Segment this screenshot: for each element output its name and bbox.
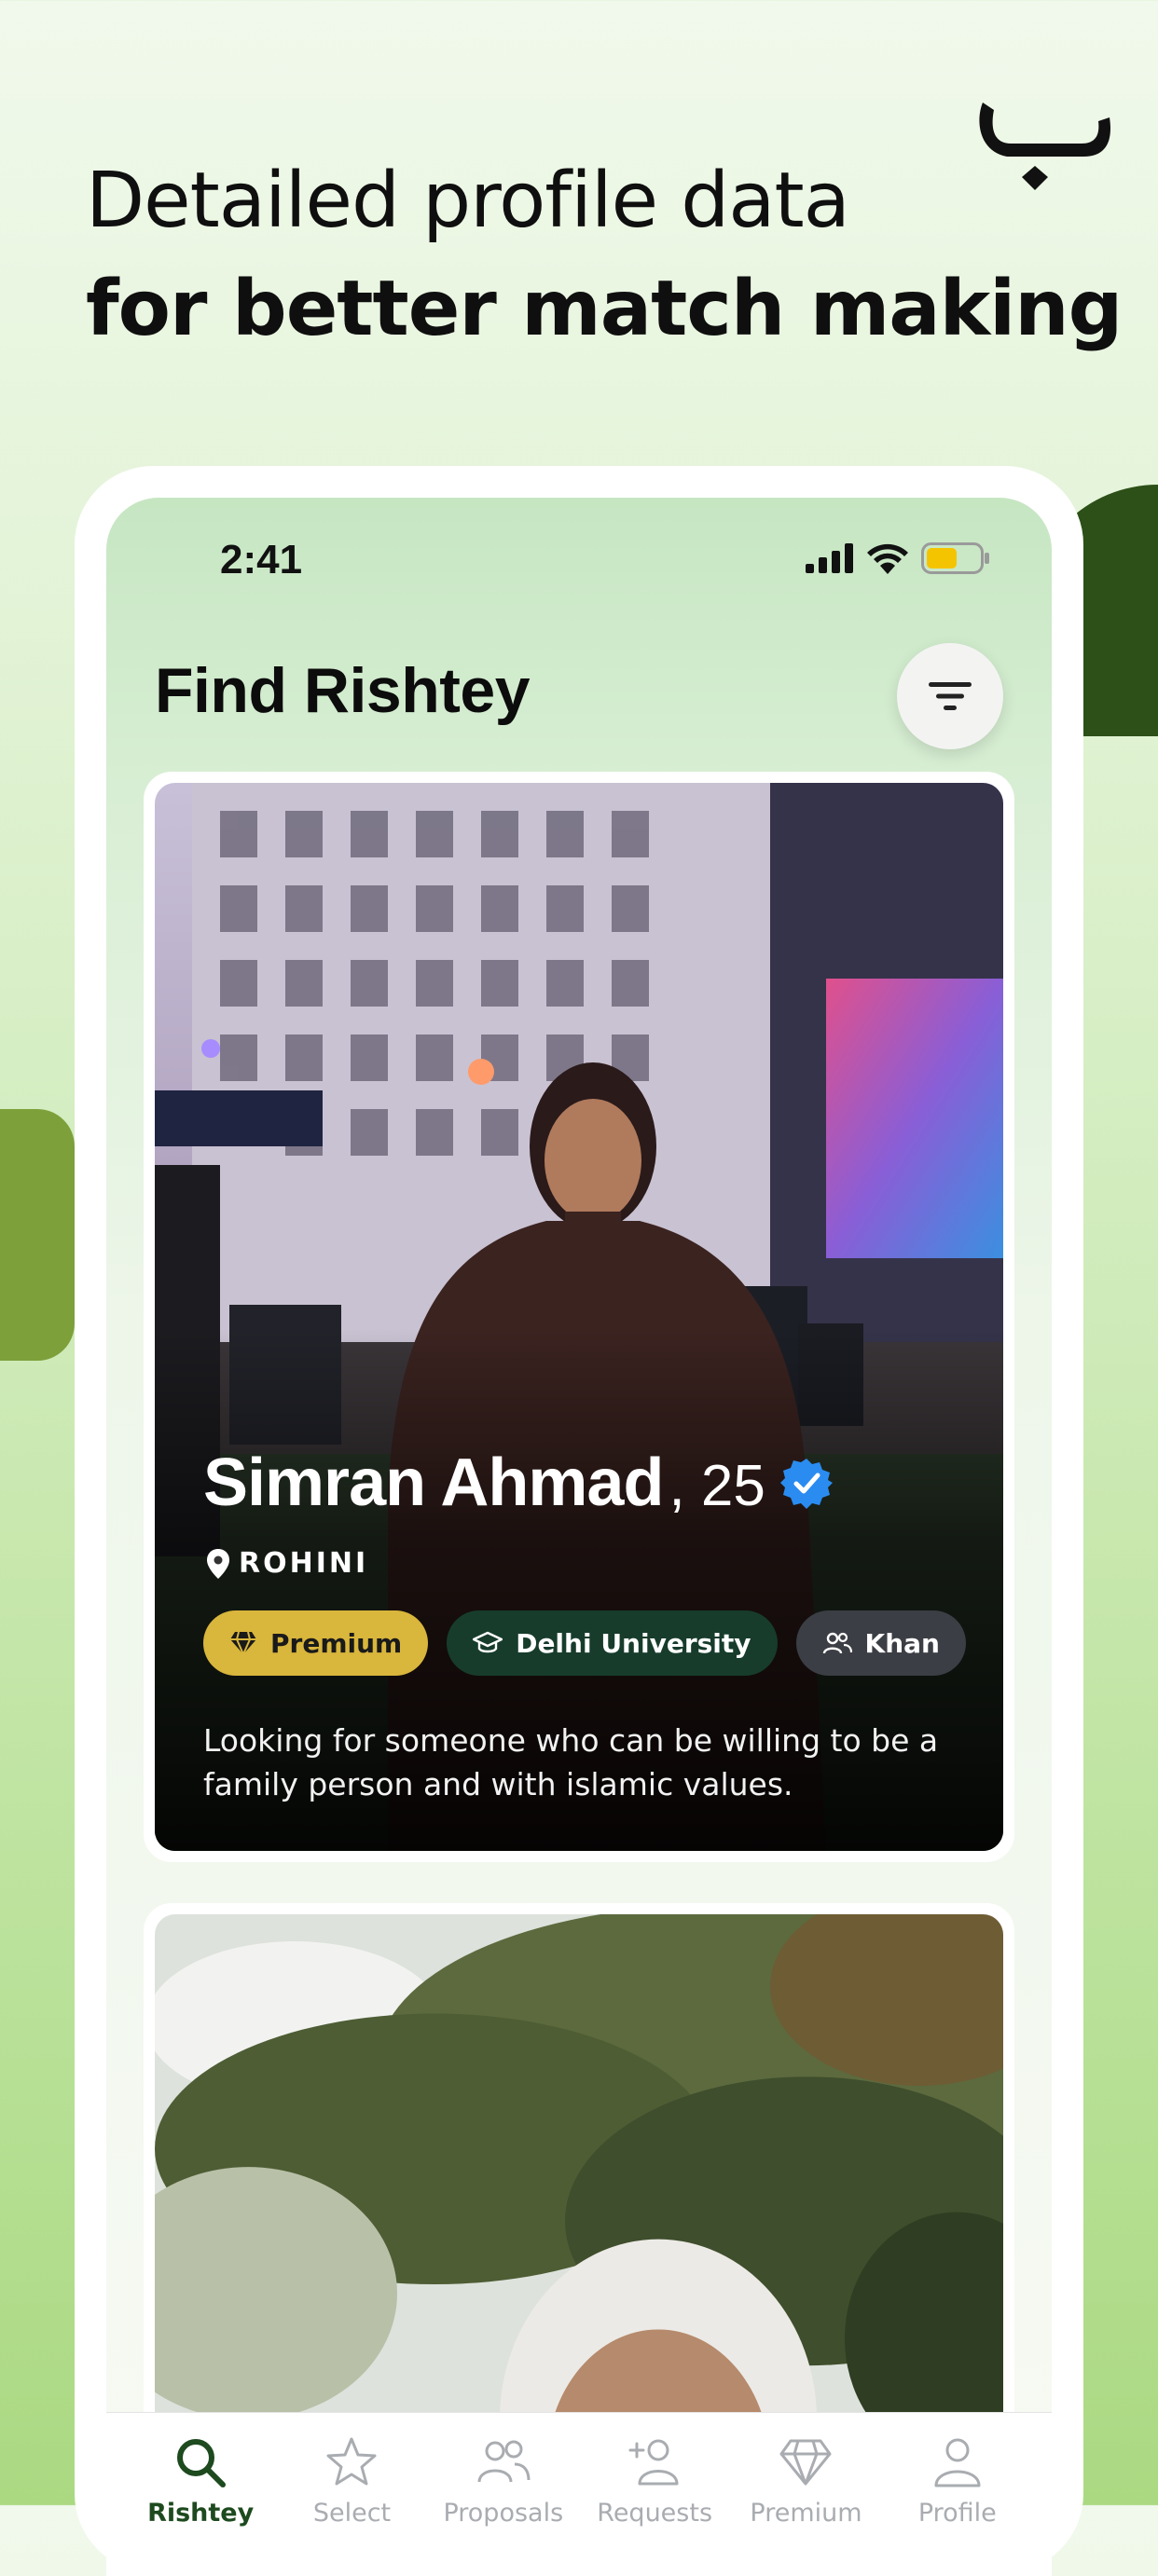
- filter-button[interactable]: [897, 643, 1003, 749]
- promo-headline-line2: for better match making: [86, 265, 1123, 353]
- people-icon: [477, 2440, 531, 2483]
- tab-select[interactable]: Select: [277, 2413, 426, 2576]
- tab-requests-label: Requests: [597, 2499, 713, 2528]
- cellular-signal-icon: [806, 543, 853, 573]
- tab-premium-label: Premium: [750, 2499, 862, 2528]
- tab-select-label: Select: [312, 2499, 392, 2528]
- tab-rishtey[interactable]: Rishtey: [126, 2413, 275, 2576]
- profile-bio: Looking for someone who can be willing t…: [203, 1722, 939, 1802]
- profile-location: ROHINI: [239, 1547, 369, 1580]
- promo-headline-line1: Detailed profile data: [86, 157, 850, 245]
- battery-icon: [921, 542, 989, 574]
- diamond-icon: [230, 1631, 256, 1655]
- premium-tag: Premium: [203, 1610, 429, 1676]
- app-screen: 2:41 Find Rishtey Simran Ahmad , 25 ROHI…: [106, 498, 1052, 2576]
- star-icon: [326, 2437, 377, 2486]
- tab-profile-label: Profile: [917, 2499, 997, 2528]
- family-name-tag-label: Khan: [864, 1627, 940, 1659]
- verified-badge-icon: [779, 1459, 833, 1509]
- profile-age: , 25: [669, 1454, 765, 1518]
- tab-premium[interactable]: Premium: [731, 2413, 880, 2576]
- tab-profile[interactable]: Profile: [883, 2413, 1032, 2576]
- wifi-icon: [867, 543, 908, 574]
- tab-requests[interactable]: Requests: [580, 2413, 729, 2576]
- profile-tags: Premium Delhi University Khan: [203, 1610, 966, 1676]
- phone-frame: 2:41 Find Rishtey Simran Ahmad , 25 ROHI…: [75, 466, 1083, 2576]
- profile-name: Simran Ahmad: [203, 1446, 664, 1520]
- bottom-tab-bar: Rishtey Select Proposals Requests Premiu…: [106, 2412, 1052, 2576]
- profile-card[interactable]: Simran Ahmad , 25 ROHINI Premium Delhi U…: [144, 772, 1014, 1862]
- tab-proposals-label: Proposals: [443, 2499, 564, 2528]
- premium-tag-label: Premium: [270, 1627, 403, 1659]
- location-pin-icon: [207, 1548, 229, 1579]
- person-icon: [934, 2438, 981, 2487]
- profile-name-row: Simran Ahmad , 25: [203, 1445, 833, 1521]
- status-time: 2:41: [220, 537, 303, 582]
- decorative-green-shape-left: [0, 1109, 75, 1361]
- tab-proposals[interactable]: Proposals: [429, 2413, 578, 2576]
- profile-photo: Simran Ahmad , 25 ROHINI Premium Delhi U…: [155, 783, 1003, 1851]
- promo-headline: Detailed profile data for better match m…: [86, 149, 1123, 365]
- education-tag: Delhi University: [447, 1610, 778, 1676]
- profile-location-row: ROHINI: [207, 1547, 368, 1580]
- family-name-tag: Khan: [795, 1610, 966, 1676]
- status-icons: [806, 542, 990, 574]
- add-person-icon: [628, 2439, 679, 2486]
- filter-icon: [929, 682, 972, 710]
- search-icon: [177, 2439, 227, 2487]
- graduation-cap-icon: [473, 1631, 503, 1653]
- diamond-icon: [779, 2439, 832, 2486]
- tab-rishtey-label: Rishtey: [147, 2499, 255, 2528]
- education-tag-label: Delhi University: [516, 1627, 751, 1659]
- page-title: Find Rishtey: [155, 655, 531, 726]
- people-icon: [822, 1632, 852, 1654]
